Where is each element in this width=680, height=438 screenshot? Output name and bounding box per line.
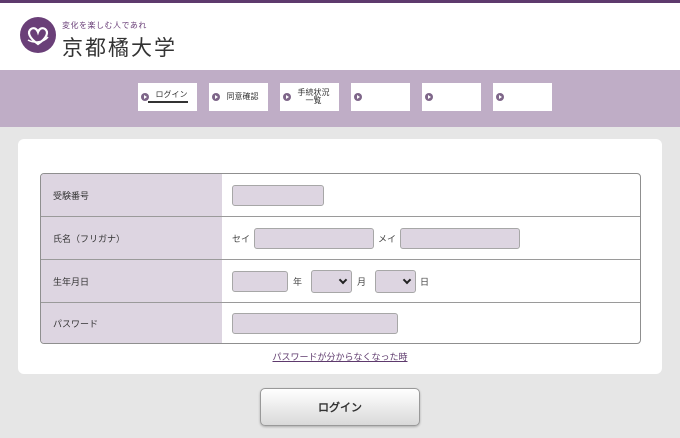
birthdate-label: 生年月日 — [41, 260, 222, 302]
step-6 — [493, 83, 552, 111]
name-kana-label: 氏名（フリガナ） — [41, 217, 222, 259]
step-label: 同意確認 — [226, 92, 259, 101]
site-header: 変化を楽しむ人であれ 京都橘大学 — [0, 3, 680, 70]
day-unit: 日 — [420, 277, 430, 288]
mei-label: メイ — [378, 234, 397, 245]
birth-year-input[interactable] — [232, 270, 288, 292]
birth-day-select[interactable] — [375, 269, 417, 293]
password-label: パスワード — [41, 303, 222, 343]
forgot-password-link[interactable]: パスワードが分からなくなった時 — [18, 350, 662, 363]
university-name: 京都橘大学 — [62, 36, 177, 60]
step-label: 手続状況一覧 — [297, 88, 330, 105]
form-row-birthdate: 生年月日 年 月 日 — [41, 260, 640, 303]
month-unit: 月 — [357, 277, 367, 288]
step-arrow-icon — [141, 93, 149, 101]
form-row-name-kana: 氏名（フリガナ） セイ メイ — [41, 217, 640, 260]
step-arrow-icon — [354, 93, 362, 101]
step-label: ログイン — [147, 91, 188, 103]
chevron-down-icon — [338, 275, 348, 284]
step-status-list: 手続状況一覧 — [280, 83, 339, 111]
form-row-exam-number: 受験番号 — [41, 174, 640, 217]
step-arrow-icon — [212, 93, 220, 101]
sei-input[interactable] — [254, 227, 375, 249]
mei-input[interactable] — [400, 227, 521, 249]
step-4 — [351, 83, 410, 111]
step-arrow-icon — [283, 93, 291, 101]
year-unit: 年 — [293, 277, 303, 288]
birth-month-select[interactable] — [311, 269, 353, 293]
step-arrow-icon — [425, 93, 433, 101]
step-consent: 同意確認 — [209, 83, 268, 111]
progress-steps: ログイン 同意確認 手続状況一覧 — [0, 70, 680, 127]
chevron-down-icon — [402, 275, 412, 284]
password-input[interactable] — [232, 313, 398, 334]
step-arrow-icon — [496, 93, 504, 101]
login-button[interactable]: ログイン — [260, 388, 420, 426]
exam-number-input[interactable] — [232, 184, 324, 206]
login-card: 受験番号 氏名（フリガナ） セイ メイ 生年月日 年 月 日 パスワード パスワ… — [18, 139, 662, 374]
exam-number-label: 受験番号 — [41, 174, 222, 216]
login-form: 受験番号 氏名（フリガナ） セイ メイ 生年月日 年 月 日 パスワード — [40, 173, 641, 344]
university-logo[interactable]: 変化を楽しむ人であれ 京都橘大学 — [20, 17, 177, 62]
step-5 — [422, 83, 481, 111]
tagline: 変化を楽しむ人であれ — [62, 21, 147, 30]
sei-label: セイ — [232, 234, 251, 245]
logo-emblem-icon — [20, 17, 56, 53]
step-login: ログイン — [138, 83, 197, 111]
form-row-password: パスワード — [41, 303, 640, 343]
